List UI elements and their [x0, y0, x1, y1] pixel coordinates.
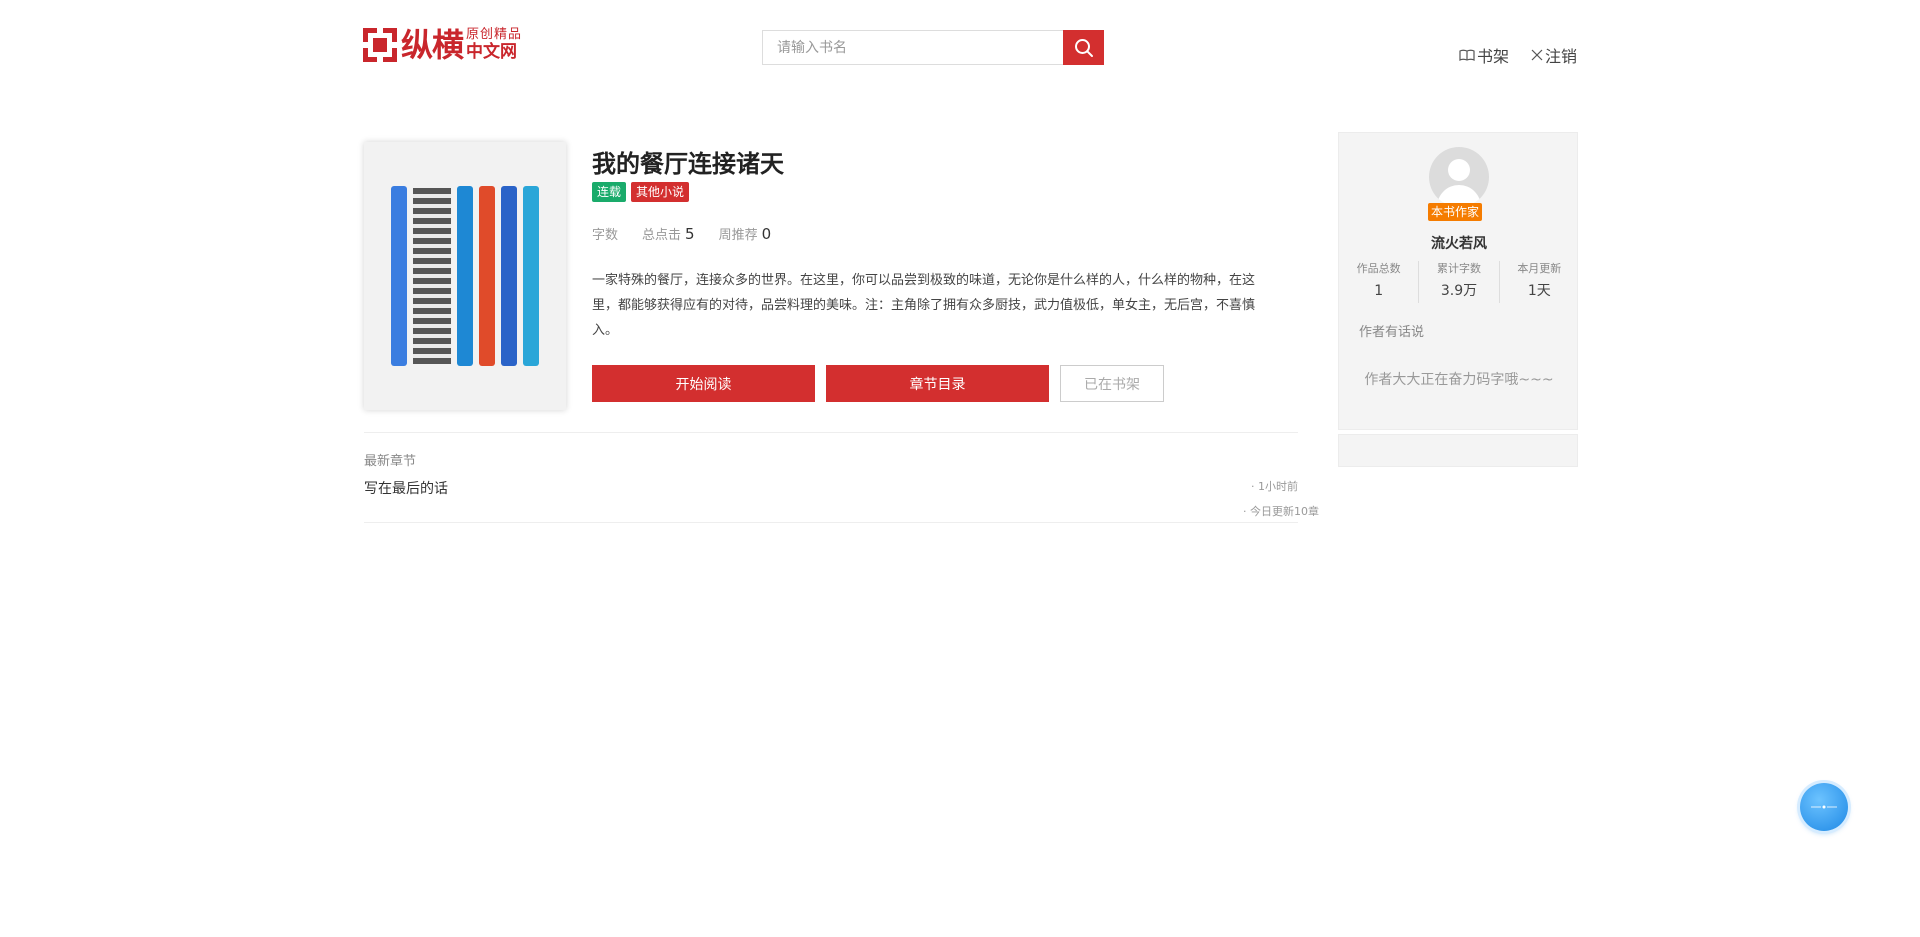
- author-stats: 作品总数 1 累计字数 3.9万 本月更新 1天: [1339, 261, 1579, 303]
- bookshelf-label: 书架: [1476, 47, 1509, 66]
- today-update-count: · 今日更新10章: [1243, 505, 1319, 518]
- book-icon: [1459, 49, 1475, 61]
- author-badge: 本书作家: [1428, 203, 1483, 221]
- author-stat: 本月更新 1天: [1498, 261, 1579, 303]
- avatar[interactable]: [1429, 147, 1489, 207]
- author-stat-label: 本月更新: [1517, 262, 1562, 275]
- in-shelf-button[interactable]: 已在书架: [1060, 365, 1164, 402]
- logo-text: 纵横: [401, 26, 464, 64]
- word-count-label: 字数: [592, 228, 619, 243]
- close-icon: [1531, 49, 1543, 61]
- logo-mark-icon: [363, 28, 397, 62]
- author-stat: 作品总数 1: [1339, 261, 1418, 303]
- search-input[interactable]: [762, 30, 1063, 65]
- bookshelf-link[interactable]: 书架: [1459, 43, 1509, 67]
- click-count-value: 5: [685, 225, 695, 243]
- divider: [364, 432, 1298, 433]
- author-stat-label: 累计字数: [1436, 262, 1481, 275]
- logout-label: 注销: [1544, 47, 1577, 66]
- book-cover[interactable]: [364, 142, 566, 410]
- latest-chapter-label: 最新章节: [364, 454, 417, 469]
- cover-art: [391, 186, 407, 366]
- author-panel: 本书作家 流火若风 作品总数 1 累计字数 3.9万 本月更新 1天 作者有话说…: [1338, 132, 1578, 430]
- book-intro: 一家特殊的餐厅，连接众多的世界。在这里，你可以品尝到极致的味道，无论你是什么样的…: [592, 273, 1256, 338]
- book-title: 我的餐厅连接诸天: [592, 150, 784, 178]
- search-icon: [1074, 38, 1093, 57]
- recommend-count-label: 周推荐: [718, 228, 758, 243]
- author-words: 作者大大正在奋力码字哦~~~: [1364, 372, 1554, 388]
- status-badge: 连载: [592, 182, 627, 202]
- author-words-title: 作者有话说: [1359, 325, 1425, 340]
- category-badge[interactable]: 其他小说: [631, 182, 690, 202]
- book-stats: 字数 总点击 5 周推荐 0: [592, 224, 771, 243]
- latest-update-time: · 1小时前: [1251, 480, 1298, 493]
- logo-tagline: 原创精品: [466, 27, 523, 42]
- latest-chapter-link[interactable]: 写在最后的话: [364, 478, 448, 498]
- divider: [364, 522, 1298, 523]
- site-logo[interactable]: 纵横 原创精品 中文网: [363, 28, 522, 62]
- logout-link[interactable]: 注销: [1531, 43, 1577, 67]
- start-reading-button[interactable]: 开始阅读: [592, 365, 815, 402]
- author-name[interactable]: 流火若风: [1339, 233, 1579, 253]
- search-button[interactable]: [1063, 30, 1104, 65]
- recommend-count-value: 0: [761, 225, 772, 243]
- search-bar: [762, 30, 1104, 65]
- assistant-icon: [1811, 805, 1837, 809]
- logo-subtext: 中文网: [466, 42, 518, 62]
- floating-assistant-button[interactable]: [1800, 783, 1848, 831]
- author-panel-footer: [1338, 434, 1578, 467]
- author-stat: 累计字数 3.9万: [1418, 261, 1498, 303]
- author-stat-label: 作品总数: [1356, 262, 1401, 275]
- book-tags: 连载 其他小说: [592, 182, 690, 202]
- chapter-list-button[interactable]: 章节目录: [826, 365, 1049, 402]
- author-stat-value: 1天: [1527, 283, 1551, 299]
- author-stat-value: 3.9万: [1440, 283, 1478, 299]
- page: 纵横 原创精品 中文网 书架 注销: [0, 0, 1920, 937]
- author-stat-value: 1: [1374, 283, 1384, 299]
- click-count-label: 总点击: [642, 228, 682, 243]
